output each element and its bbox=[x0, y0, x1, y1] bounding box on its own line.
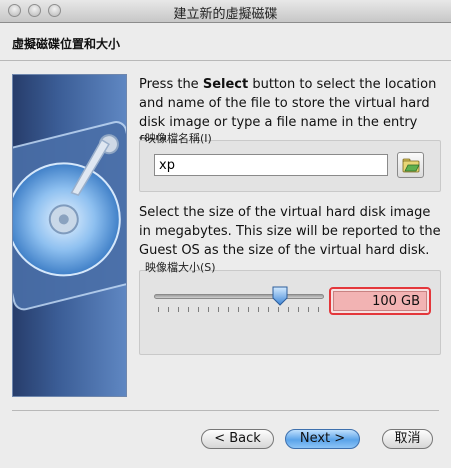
page-title: 虛擬磁碟位置和大小 bbox=[12, 37, 121, 51]
file-name-input[interactable] bbox=[154, 154, 388, 176]
next-button[interactable]: Next > bbox=[285, 429, 360, 449]
folder-open-icon bbox=[402, 158, 420, 173]
size-value[interactable]: 100 GB bbox=[333, 291, 427, 311]
window-title: 建立新的虛擬磁碟 bbox=[173, 7, 278, 22]
dialog-window: 建立新的虛擬磁碟 虛擬磁碟位置和大小 Press the Select butt… bbox=[0, 0, 451, 468]
cancel-button[interactable]: 取消 bbox=[382, 429, 433, 449]
hard-disk-illustration bbox=[12, 74, 127, 397]
select-file-button[interactable] bbox=[397, 152, 424, 178]
size-slider-track[interactable] bbox=[154, 294, 324, 299]
title-bar: 建立新的虛擬磁碟 bbox=[0, 0, 451, 23]
size-slider-ticks bbox=[158, 307, 324, 313]
back-button[interactable]: < Back bbox=[201, 429, 274, 449]
footer-divider bbox=[12, 410, 439, 411]
size-label: 映像檔大小(S) bbox=[145, 261, 216, 274]
size-slider-thumb[interactable] bbox=[272, 286, 288, 306]
header-divider bbox=[0, 60, 451, 61]
size-value-field[interactable]: 100 GB bbox=[329, 287, 431, 315]
file-name-label: 映像檔名稱(I) bbox=[145, 132, 212, 145]
size-description: Select the size of the virtual hard disk… bbox=[139, 205, 441, 258]
